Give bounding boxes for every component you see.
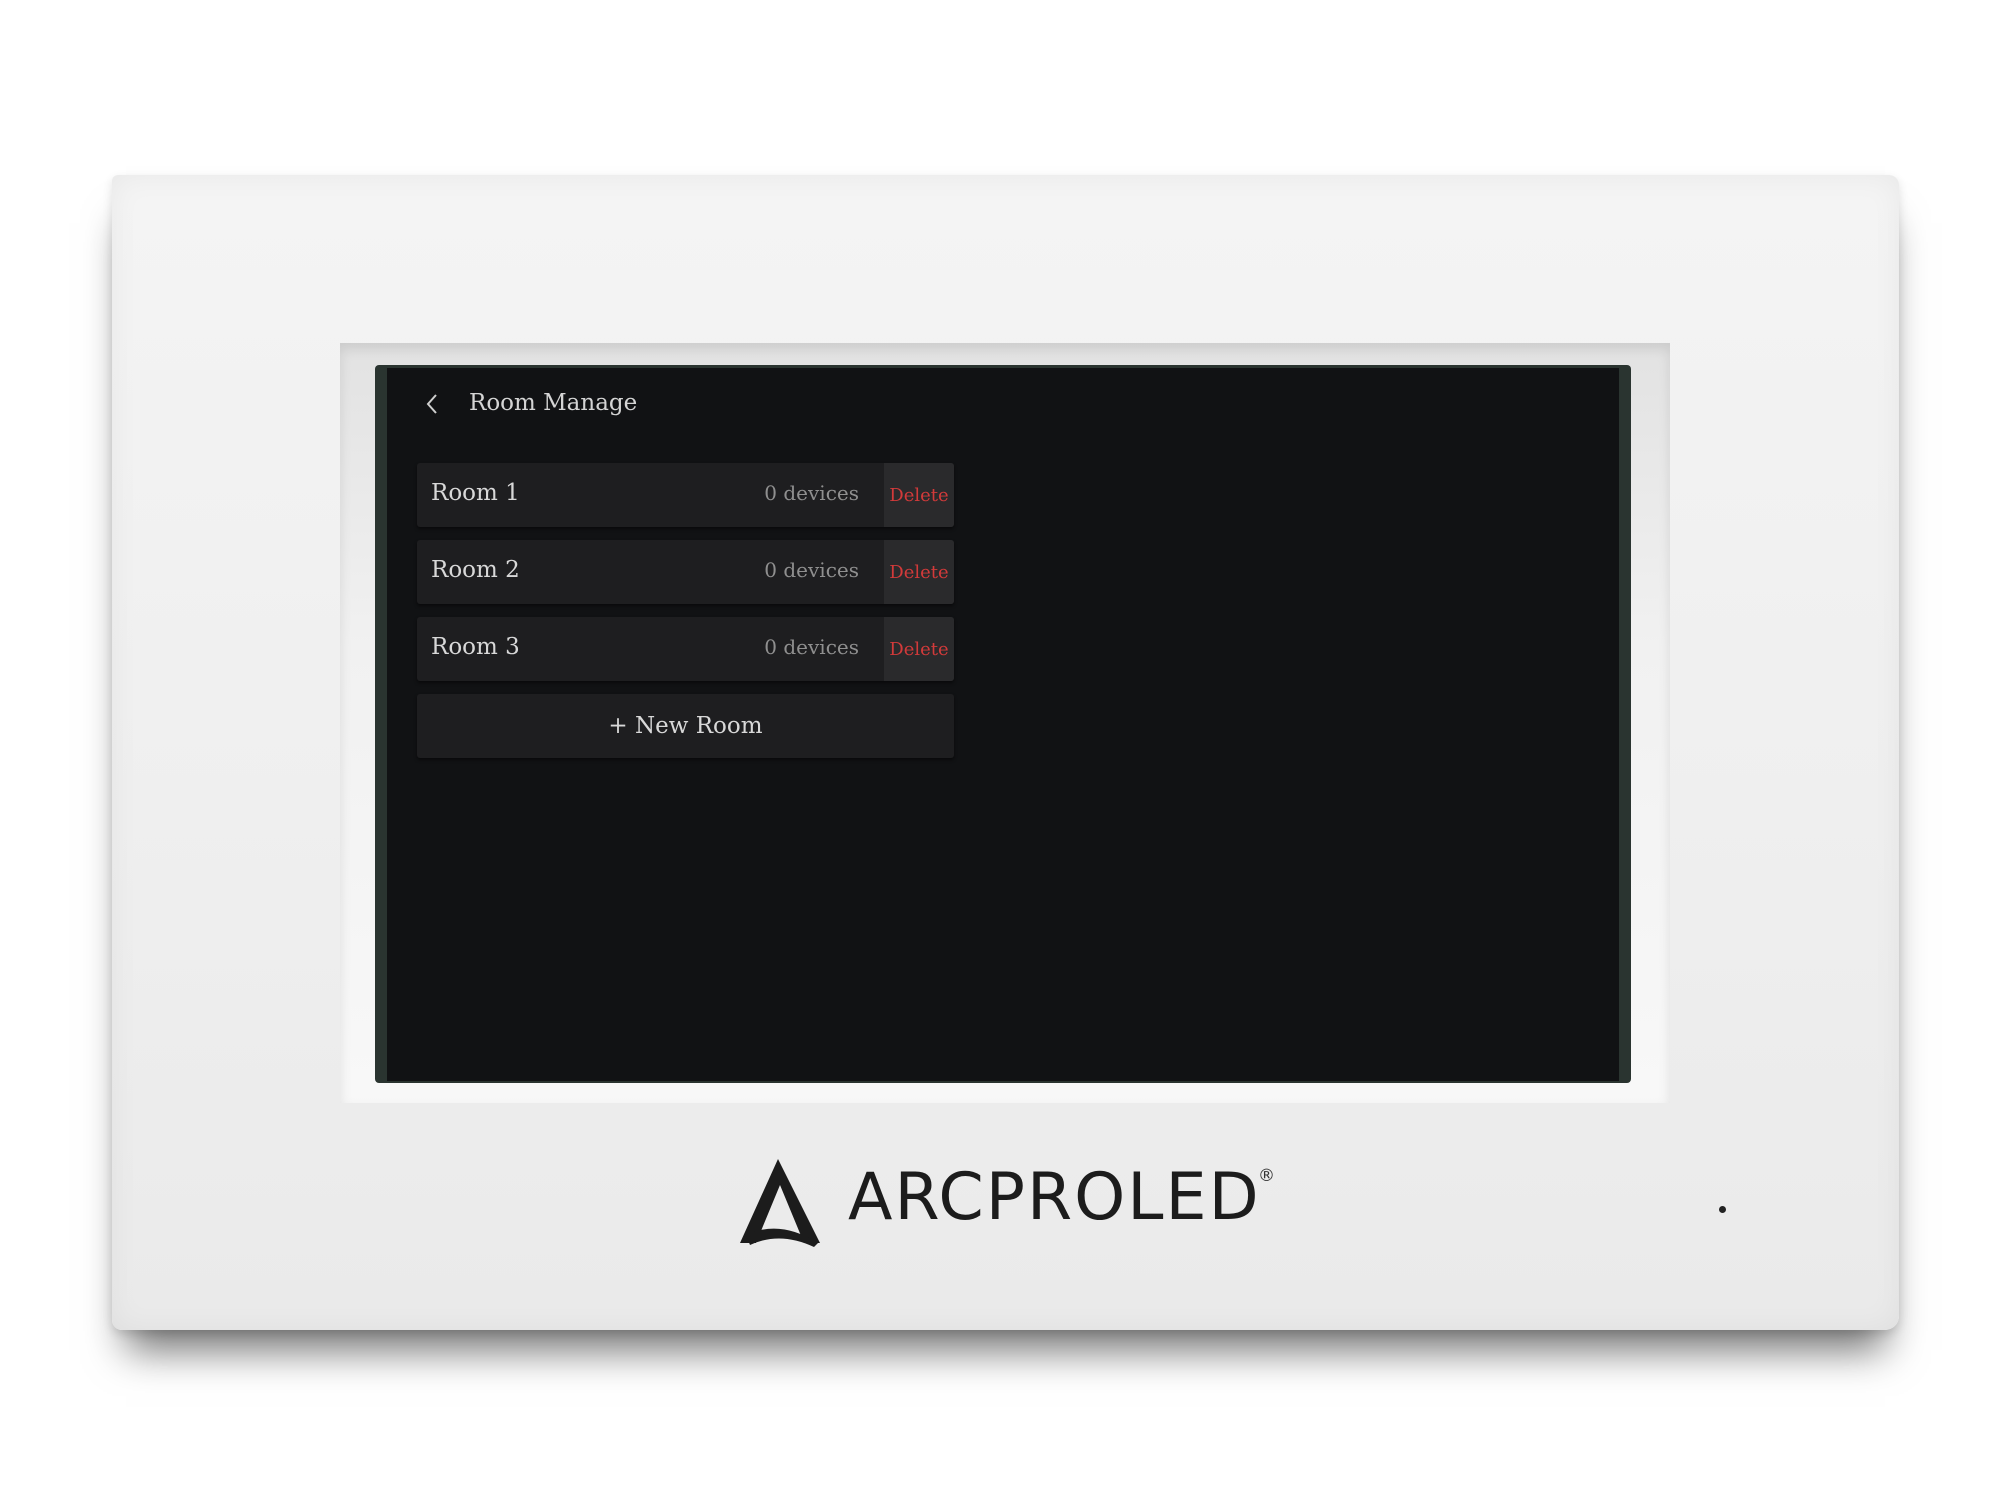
registered-mark: ® xyxy=(1258,1166,1275,1186)
room-row[interactable]: Room 1 0 devices Delete xyxy=(417,463,954,527)
room-name: Room 3 xyxy=(431,634,520,660)
page-title: Room Manage xyxy=(469,390,638,416)
brand-logo-icon xyxy=(740,1159,820,1247)
delete-button[interactable]: Delete xyxy=(884,463,954,527)
room-row[interactable]: Room 3 0 devices Delete xyxy=(417,617,954,681)
chevron-left-icon[interactable] xyxy=(420,391,446,417)
device-count: 0 devices xyxy=(764,481,859,505)
header-bar: Room Manage xyxy=(387,368,1619,438)
device-count: 0 devices xyxy=(764,635,859,659)
room-list: Room 1 0 devices Delete Room 2 0 devices… xyxy=(417,463,954,758)
room-row[interactable]: Room 2 0 devices Delete xyxy=(417,540,954,604)
device-count: 0 devices xyxy=(764,558,859,582)
delete-button[interactable]: Delete xyxy=(884,617,954,681)
delete-button[interactable]: Delete xyxy=(884,540,954,604)
sensor-dot xyxy=(1719,1206,1726,1213)
brand-name: ARCPROLED xyxy=(848,1160,1261,1235)
new-room-button[interactable]: + New Room xyxy=(417,694,954,758)
room-name: Room 2 xyxy=(431,557,520,583)
room-name: Room 1 xyxy=(431,480,520,506)
touch-screen: Room Manage Room 1 0 devices Delete Room… xyxy=(387,368,1619,1081)
